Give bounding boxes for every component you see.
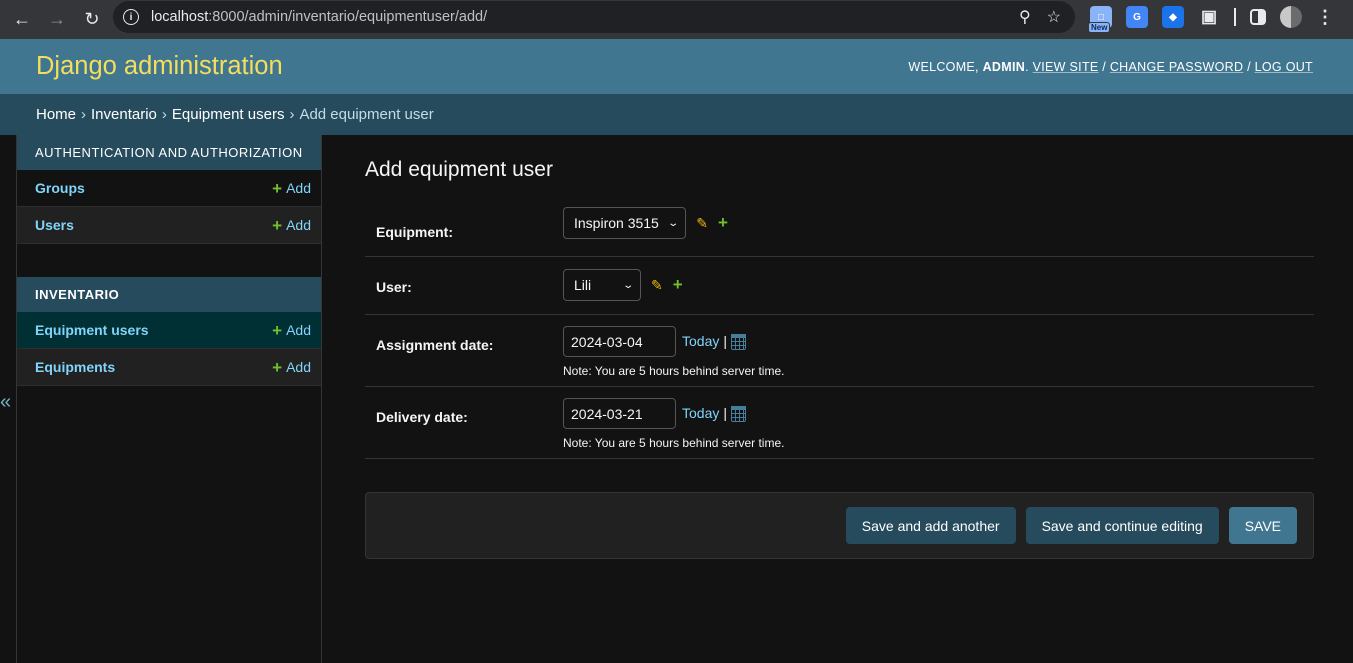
change-password-link[interactable]: CHANGE PASSWORD (1110, 60, 1243, 74)
pencil-icon[interactable]: ✎ (651, 277, 663, 294)
module-caption[interactable]: Inventario (17, 277, 321, 312)
user-select[interactable]: Lili ⌄ (563, 269, 641, 301)
plus-icon[interactable]: + (673, 275, 683, 295)
breadcrumb-inventario[interactable]: Inventario (91, 106, 157, 123)
reload-icon[interactable]: ↻ (78, 6, 106, 34)
add-label: Add (286, 180, 311, 196)
add-label: Add (286, 322, 311, 338)
calendar-icon[interactable] (731, 405, 746, 422)
url-host: localhost (151, 9, 209, 25)
side-panel-icon[interactable] (1250, 9, 1266, 25)
sidebar-item-users: Users + Add (17, 207, 321, 244)
delivery-date-label: Delivery date: (376, 409, 468, 425)
equipment-select[interactable]: Inspiron 3515 ⌄ (563, 207, 687, 239)
puzzle-icon[interactable]: ▣ (1198, 6, 1220, 28)
toggle-nav-sidebar[interactable]: « (0, 135, 17, 663)
timezone-note: Note: You are 5 hours behind server time… (563, 436, 785, 450)
plus-icon: + (272, 320, 283, 340)
groups-link[interactable]: Groups (35, 180, 85, 196)
url-path: :8000/admin/inventario/equipmentuser/add… (208, 9, 488, 25)
submit-row: Save and add another Save and continue e… (365, 492, 1314, 559)
log-out-link[interactable]: LOG OUT (1255, 60, 1313, 74)
add-label: Add (286, 217, 311, 233)
user-value: Lili (574, 277, 592, 293)
chevron-down-icon: ⌄ (667, 217, 679, 229)
info-icon[interactable]: i (123, 9, 139, 25)
forward-icon[interactable]: → (43, 6, 71, 34)
url-text[interactable]: localhost:8000/admin/inventario/equipmen… (151, 9, 487, 25)
module-inventario: Inventario Equipment users + Add Equipmen… (17, 277, 321, 386)
breadcrumb-equipment-users[interactable]: Equipment users (172, 106, 285, 123)
sidebar-item-equipments: Equipments + Add (17, 349, 321, 386)
equipment-label: Equipment: (376, 224, 453, 240)
assignment-date-label: Assignment date: (376, 337, 494, 353)
address-bar[interactable]: i localhost:8000/admin/inventario/equipm… (113, 1, 1075, 33)
breadcrumb-current: Add equipment user (299, 106, 434, 123)
timezone-note: Note: You are 5 hours behind server time… (563, 364, 785, 378)
equipments-link[interactable]: Equipments (35, 359, 115, 375)
user-tools: WELCOME, ADMIN. VIEW SITE / CHANGE PASSW… (908, 59, 1313, 74)
save-and-continue-button[interactable]: Save and continue editing (1025, 507, 1219, 544)
today-link[interactable]: Today (682, 405, 719, 421)
main-content: Add equipment user Equipment: Inspiron 3… (322, 135, 1353, 663)
welcome-text: WELCOME, (908, 59, 979, 74)
toolbar-divider (1234, 8, 1236, 26)
site-branding[interactable]: Django administration (36, 52, 283, 81)
equipment-users-add-link[interactable]: + Add (272, 322, 311, 339)
back-icon[interactable]: ← (8, 6, 36, 34)
profile-avatar[interactable] (1280, 6, 1302, 28)
zoom-icon[interactable]: ⚲ (1019, 7, 1031, 27)
separator: | (723, 332, 727, 349)
new-badge: New (1088, 22, 1111, 33)
equipments-add-link[interactable]: + Add (272, 359, 311, 376)
separator: | (723, 404, 727, 421)
shield-extension-icon[interactable]: ◆ (1162, 6, 1184, 28)
plus-icon: + (272, 215, 283, 235)
equipment-users-link[interactable]: Equipment users (35, 322, 149, 338)
module-caption[interactable]: Authentication and Authorization (17, 135, 321, 170)
users-link[interactable]: Users (35, 217, 74, 233)
users-add-link[interactable]: + Add (272, 217, 311, 234)
delivery-date-row: Delivery date: 2024-03-21 Today | Note: … (365, 387, 1314, 459)
breadcrumb: Home › Inventario › Equipment users › Add e… (0, 94, 1353, 135)
plus-icon: + (272, 357, 283, 377)
sidebar-item-equipment-users: Equipment users + Add (17, 312, 321, 349)
nav-sidebar: Authentication and Authorization Groups … (17, 135, 322, 663)
view-site-link[interactable]: VIEW SITE (1033, 60, 1099, 74)
kebab-menu-icon[interactable]: ⋮ (1316, 7, 1334, 28)
module-auth: Authentication and Authorization Groups … (17, 135, 321, 244)
calendar-icon[interactable] (731, 333, 746, 350)
assignment-date-input[interactable]: 2024-03-04 (563, 326, 676, 357)
breadcrumb-home[interactable]: Home (36, 106, 76, 123)
add-label: Add (286, 359, 311, 375)
sidebar-item-groups: Groups + Add (17, 170, 321, 207)
site-header: Django administration WELCOME, ADMIN. VI… (0, 39, 1353, 94)
groups-add-link[interactable]: + Add (272, 180, 311, 197)
plus-icon: + (272, 178, 283, 198)
user-row: User: Lili ⌄ ✎ + (365, 257, 1314, 315)
username: ADMIN (982, 59, 1026, 74)
chevron-down-icon: ⌄ (621, 279, 634, 291)
star-icon[interactable]: ☆ (1047, 7, 1061, 27)
pencil-icon[interactable]: ✎ (696, 215, 708, 232)
page-title: Add equipment user (365, 158, 553, 181)
save-button[interactable]: SAVE (1228, 507, 1297, 544)
equipment-value: Inspiron 3515 (574, 215, 659, 231)
delivery-date-input[interactable]: 2024-03-21 (563, 398, 676, 429)
new-extension-icon[interactable]: □ New (1088, 6, 1112, 33)
user-label: User: (376, 279, 412, 295)
equipment-row: Equipment: Inspiron 3515 ⌄ ✎ + (365, 198, 1314, 257)
browser-toolbar: ← → ↻ i localhost:8000/admin/inventario/… (0, 0, 1353, 39)
assignment-date-row: Assignment date: 2024-03-04 Today | Note… (365, 315, 1314, 387)
save-and-add-another-button[interactable]: Save and add another (845, 507, 1016, 544)
plus-icon[interactable]: + (718, 213, 728, 233)
today-link[interactable]: Today (682, 333, 719, 349)
translate-extension-icon[interactable]: G (1126, 6, 1148, 28)
